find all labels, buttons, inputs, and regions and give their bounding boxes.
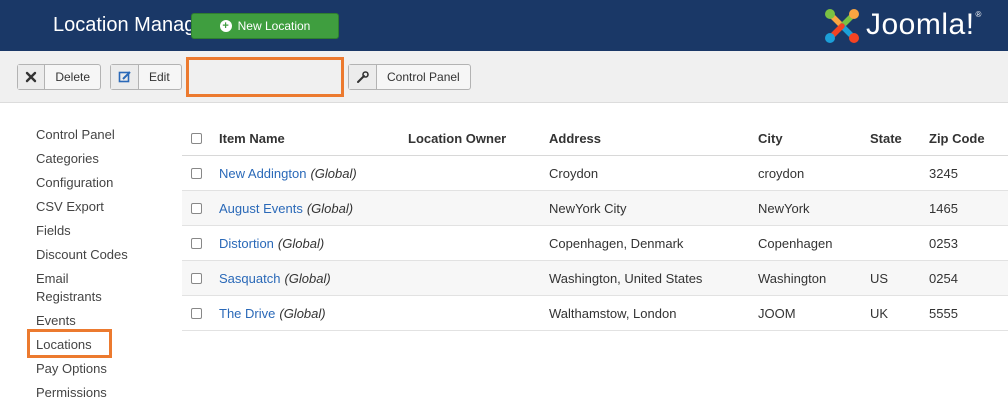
city-cell: Copenhagen [758,235,833,251]
locations-table: Item Name Location Owner Address City St… [182,121,1008,331]
sidebar: Control Panel Categories Configuration C… [36,126,166,408]
new-location-button-label: New Location [237,19,311,33]
column-state[interactable]: State [870,121,902,155]
state-cell: UK [870,305,889,321]
registered-mark: ® [975,9,982,19]
table-row: August Events (Global) NewYork City NewY… [182,191,1008,226]
city-cell: JOOM [758,305,796,321]
item-name-cell: Sasquatch (Global) [219,261,331,295]
scope-label: (Global) [310,165,357,181]
address-cell: NewYork City [549,200,627,216]
header-bar: Location Manager Joomla! ® [0,0,1008,51]
delete-button-label: Delete [55,70,90,84]
table-row: New Addington (Global) Croydon croydon 3… [182,156,1008,191]
scope-label: (Global) [277,235,325,251]
row-checkbox[interactable] [191,226,202,260]
city-cell: Washington [758,270,827,286]
column-location-owner[interactable]: Location Owner [408,121,506,155]
item-name-link[interactable]: The Drive [219,306,275,321]
table-row: The Drive (Global) Walthamstow, London J… [182,296,1008,331]
column-zip-code[interactable]: Zip Code [929,121,985,155]
edit-icon [111,65,139,89]
sidebar-item-categories[interactable]: Categories [36,150,166,174]
sidebar-item-pay-options[interactable]: Pay Options [36,360,166,384]
table-header: Item Name Location Owner Address City St… [182,121,1008,156]
zip-cell: 3245 [929,165,958,181]
item-name-link[interactable]: Sasquatch [219,271,280,286]
address-cell: Croydon [549,165,599,181]
sidebar-item-email-registrants[interactable]: Email Registrants [36,270,116,312]
row-checkbox[interactable] [191,261,202,295]
item-name-link[interactable]: August Events [219,201,303,216]
item-name-link[interactable]: Distortion [219,236,274,251]
sidebar-item-locations[interactable]: Locations [36,336,166,360]
address-cell: Walthamstow, London [549,305,677,321]
column-city[interactable]: City [758,121,783,155]
address-cell: Copenhagen, Denmark [549,235,684,251]
item-name-cell: Distortion (Global) [219,226,324,260]
new-location-button[interactable]: + New Location [191,13,339,39]
sidebar-item-discount-codes[interactable]: Discount Codes [36,246,166,270]
column-item-name[interactable]: Item Name [219,121,285,155]
row-checkbox[interactable] [191,296,202,330]
delete-button[interactable]: Delete [17,64,101,90]
item-name-link[interactable]: New Addington [219,166,306,181]
wrench-icon [349,65,377,89]
toolbar: Delete Edit Control Panel [0,51,1008,103]
sidebar-item-fields[interactable]: Fields [36,222,166,246]
scope-label: (Global) [279,305,326,321]
city-cell: NewYork [758,200,810,216]
table-row: Distortion (Global) Copenhagen, Denmark … [182,226,1008,261]
close-icon [18,65,46,89]
joomla-logo: Joomla! ® [822,6,981,46]
zip-cell: 0253 [929,235,958,251]
item-name-cell: New Addington (Global) [219,156,357,190]
item-name-cell: The Drive (Global) [219,296,326,330]
scope-label: (Global) [284,270,331,286]
sidebar-item-permissions[interactable]: Permissions [36,384,166,408]
scope-label: (Global) [306,200,354,216]
row-checkbox[interactable] [191,191,202,225]
joomla-logo-icon [825,9,859,43]
page-title: Location Manager [53,14,214,36]
row-checkbox[interactable] [191,156,202,190]
sidebar-item-events[interactable]: Events [36,312,166,336]
control-panel-button[interactable]: Control Panel [348,64,471,90]
state-cell: US [870,270,889,286]
control-panel-button-label: Control Panel [387,70,460,84]
address-cell: Washington, United States [549,270,703,286]
edit-button[interactable]: Edit [110,64,182,90]
table-row: Sasquatch (Global) Washington, United St… [182,261,1008,296]
column-address[interactable]: Address [549,121,601,155]
select-all-checkbox[interactable] [191,121,202,155]
zip-cell: 5555 [929,305,958,321]
item-name-cell: August Events (Global) [219,191,353,225]
zip-cell: 1465 [929,200,958,216]
city-cell: croydon [758,165,805,181]
edit-button-label: Edit [149,70,170,84]
zip-cell: 0254 [929,270,958,286]
sidebar-item-csv-export[interactable]: CSV Export [36,198,166,222]
sidebar-item-control-panel[interactable]: Control Panel [36,126,166,150]
sidebar-item-configuration[interactable]: Configuration [36,174,166,198]
joomla-wordmark: Joomla! [866,8,975,41]
plus-circle-icon: + [219,20,232,32]
